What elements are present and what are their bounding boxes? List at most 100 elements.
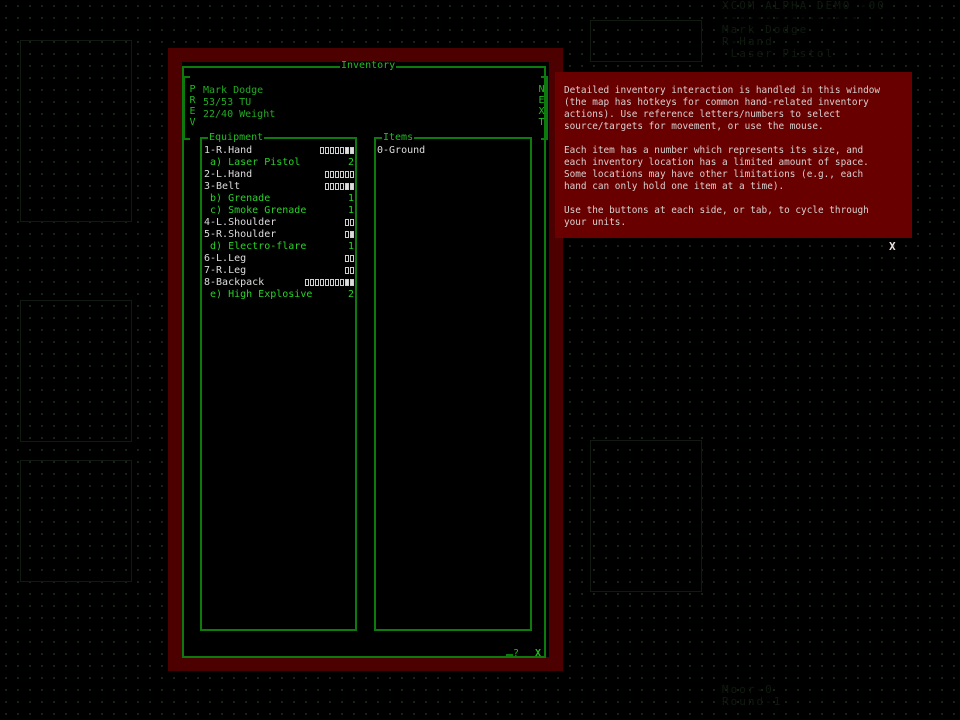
side-button-letter: P: [189, 84, 196, 95]
character-weight: 22/40 Weight: [203, 109, 276, 120]
help-line: Detailed inventory interaction is handle…: [564, 85, 881, 96]
slot-cell-empty: [320, 278, 324, 286]
help-line: [564, 133, 909, 145]
character-name: Mark Dodge: [203, 85, 264, 96]
map-building: [20, 300, 132, 442]
hud-line: Laser Pistol: [722, 47, 835, 60]
slot-cell-empty: [350, 254, 354, 262]
slot-capacity: [344, 229, 354, 241]
slot-cell-empty: [315, 278, 319, 286]
slot-cell-empty: [335, 278, 339, 286]
equipment-item[interactable]: c) Smoke Grenade 1: [204, 205, 354, 217]
equipment-title: Equipment: [208, 132, 265, 143]
slot-capacity: [324, 169, 354, 181]
slot-capacity: [324, 181, 354, 193]
item-label: e) High Explosive: [204, 289, 313, 300]
slot-cell-filled: [345, 146, 349, 154]
equipment-item[interactable]: a) Laser Pistol 2: [204, 157, 354, 169]
map-building: [20, 40, 132, 222]
slot-label: 1-R.Hand: [204, 145, 253, 156]
slot-capacity: [344, 217, 354, 229]
side-button-letter: T: [538, 117, 545, 128]
item-size: 2: [347, 157, 354, 168]
slot-label: 5-R.Shoulder: [204, 229, 277, 240]
slot-cell-empty: [345, 254, 349, 262]
slot-cell-filled: [345, 278, 349, 286]
character-info: Mark Dodge 53/53 TU 22/40 Weight: [203, 85, 275, 121]
slot-cell-empty: [325, 182, 329, 190]
equipment-slot[interactable]: 4-L.Shoulder: [204, 217, 354, 229]
help-line: Each item has a number which represents …: [564, 145, 864, 156]
help-line: (the map has hotkeys for common hand-rel…: [564, 97, 869, 108]
slot-cell-empty: [325, 170, 329, 178]
side-button-letter: R: [189, 95, 196, 106]
slot-label: 3-Belt: [204, 181, 241, 192]
slot-cell-empty: [310, 278, 314, 286]
slot-cell-empty: [330, 182, 334, 190]
slot-cell-empty: [305, 278, 309, 286]
slot-cell-empty: [330, 170, 334, 178]
slot-cell-filled: [345, 182, 349, 190]
side-button-letter: E: [538, 95, 545, 106]
slot-cell-empty: [345, 266, 349, 274]
help-button[interactable]: ?: [513, 649, 519, 659]
slot-cell-empty: [320, 146, 324, 154]
items-title: Items: [382, 132, 415, 143]
equipment-item[interactable]: e) High Explosive 2: [204, 289, 354, 301]
slot-cell-empty: [330, 146, 334, 154]
close-inventory-button[interactable]: X: [535, 649, 541, 659]
item-size: 1: [347, 193, 354, 204]
item-size: 2: [347, 289, 354, 300]
item-label: c) Smoke Grenade: [204, 205, 307, 216]
help-line: actions). Use reference letters/numbers …: [564, 109, 841, 120]
side-button-letter: V: [189, 117, 196, 128]
slot-cell-empty: [345, 230, 349, 238]
slot-cell-empty: [340, 146, 344, 154]
inventory-title: Inventory: [340, 60, 397, 71]
equipment-slot[interactable]: 1-R.Hand: [204, 145, 354, 157]
next-unit-button[interactable]: NEXT: [536, 84, 547, 128]
slot-cell-empty: [340, 278, 344, 286]
slot-cell-empty: [335, 170, 339, 178]
side-button-letter: X: [538, 106, 545, 117]
slot-label: 2-L.Hand: [204, 169, 253, 180]
slot-cell-empty: [350, 266, 354, 274]
slot-cell-empty: [350, 170, 354, 178]
item-label: b) Grenade: [204, 193, 271, 204]
equipment-item[interactable]: d) Electro-flare 1: [204, 241, 354, 253]
map-building: [590, 20, 702, 62]
equipment-slot[interactable]: 3-Belt: [204, 181, 354, 193]
slot-cell-empty: [330, 278, 334, 286]
help-line: hand can only hold one item at a time).: [564, 181, 785, 192]
slot-label: 8-Backpack: [204, 277, 265, 288]
slot-cell-filled: [350, 230, 354, 238]
slot-cell-empty: [350, 218, 354, 226]
equipment-slot[interactable]: 7-R.Leg: [204, 265, 354, 277]
items-panel[interactable]: [374, 137, 532, 631]
slot-capacity: [304, 277, 354, 289]
ground-slot[interactable]: 0-Ground: [377, 145, 425, 157]
slot-cell-empty: [345, 218, 349, 226]
slot-cell-filled: [350, 182, 354, 190]
side-button-letter: N: [538, 84, 545, 95]
help-line: Some locations may have other limitation…: [564, 169, 864, 180]
help-line: [564, 193, 909, 205]
close-help-button[interactable]: X: [889, 240, 896, 253]
slot-cell-filled: [350, 146, 354, 154]
slot-cell-filled: [350, 278, 354, 286]
slot-cell-empty: [345, 170, 349, 178]
slot-cell-empty: [340, 182, 344, 190]
equipment-slot[interactable]: 8-Backpack: [204, 277, 354, 289]
equipment-slot[interactable]: 5-R.Shoulder: [204, 229, 354, 241]
help-line: each inventory location has a limited am…: [564, 157, 869, 168]
equipment-slot[interactable]: 2-L.Hand: [204, 169, 354, 181]
equipment-item[interactable]: b) Grenade 1: [204, 193, 354, 205]
slot-capacity: [344, 253, 354, 265]
map-building: [20, 460, 132, 582]
prev-unit-button[interactable]: PREV: [187, 84, 198, 128]
equipment-slot[interactable]: 6-L.Leg: [204, 253, 354, 265]
hud-bottom: Moor-0 Round-1: [722, 684, 782, 708]
item-size: 1: [347, 241, 354, 252]
slot-label: 7-R.Leg: [204, 265, 247, 276]
side-button-letter: E: [189, 106, 196, 117]
